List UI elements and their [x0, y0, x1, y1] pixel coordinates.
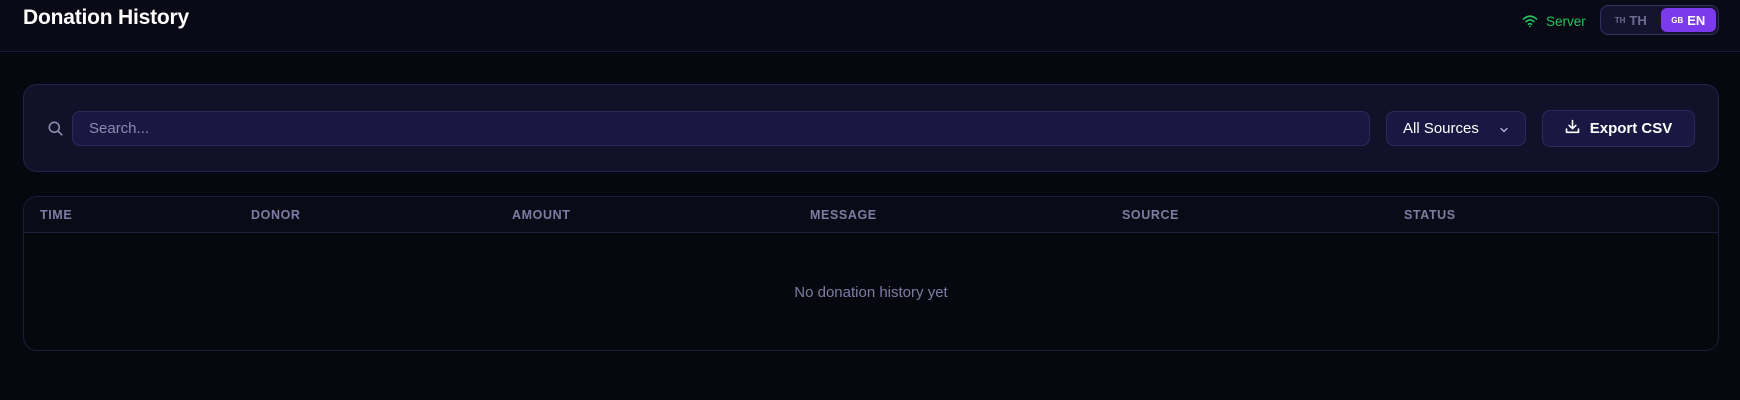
column-header-amount[interactable]: AMOUNT — [512, 208, 570, 222]
search-input[interactable] — [72, 111, 1370, 146]
column-header-source[interactable]: SOURCE — [1122, 208, 1179, 222]
filter-card: All Sources Export CSV — [23, 84, 1719, 172]
source-select[interactable]: All Sources — [1386, 111, 1526, 146]
column-header-donor[interactable]: DONOR — [251, 208, 301, 222]
language-button-th[interactable]: TH TH — [1603, 8, 1659, 32]
server-status: Server — [1522, 11, 1586, 31]
flag-gb-icon: GB — [1671, 15, 1684, 25]
column-header-status[interactable]: STATUS — [1404, 208, 1456, 222]
export-csv-button[interactable]: Export CSV — [1542, 110, 1695, 147]
column-header-message[interactable]: MESSAGE — [810, 208, 877, 222]
donation-table: TIME DONOR AMOUNT MESSAGE SOURCE STATUS … — [23, 196, 1719, 351]
wifi-icon — [1522, 14, 1538, 28]
page-title: Donation History — [23, 6, 189, 29]
source-select-value: All Sources — [1403, 120, 1479, 137]
top-bar: Donation History Server TH TH GB EN — [0, 0, 1740, 52]
chevron-down-icon — [1499, 120, 1509, 137]
export-csv-label: Export CSV — [1589, 120, 1673, 137]
empty-state-message: No donation history yet — [794, 284, 948, 301]
download-icon — [1565, 119, 1580, 138]
flag-th-icon: TH — [1614, 15, 1626, 25]
search-icon — [48, 121, 63, 141]
language-label: EN — [1687, 12, 1706, 28]
language-switcher: TH TH GB EN — [1600, 5, 1719, 35]
language-label: TH — [1629, 12, 1647, 28]
column-header-time[interactable]: TIME — [40, 208, 72, 222]
language-button-en[interactable]: GB EN — [1660, 8, 1716, 32]
server-status-label: Server — [1546, 13, 1586, 29]
table-header: TIME DONOR AMOUNT MESSAGE SOURCE STATUS — [24, 197, 1718, 233]
